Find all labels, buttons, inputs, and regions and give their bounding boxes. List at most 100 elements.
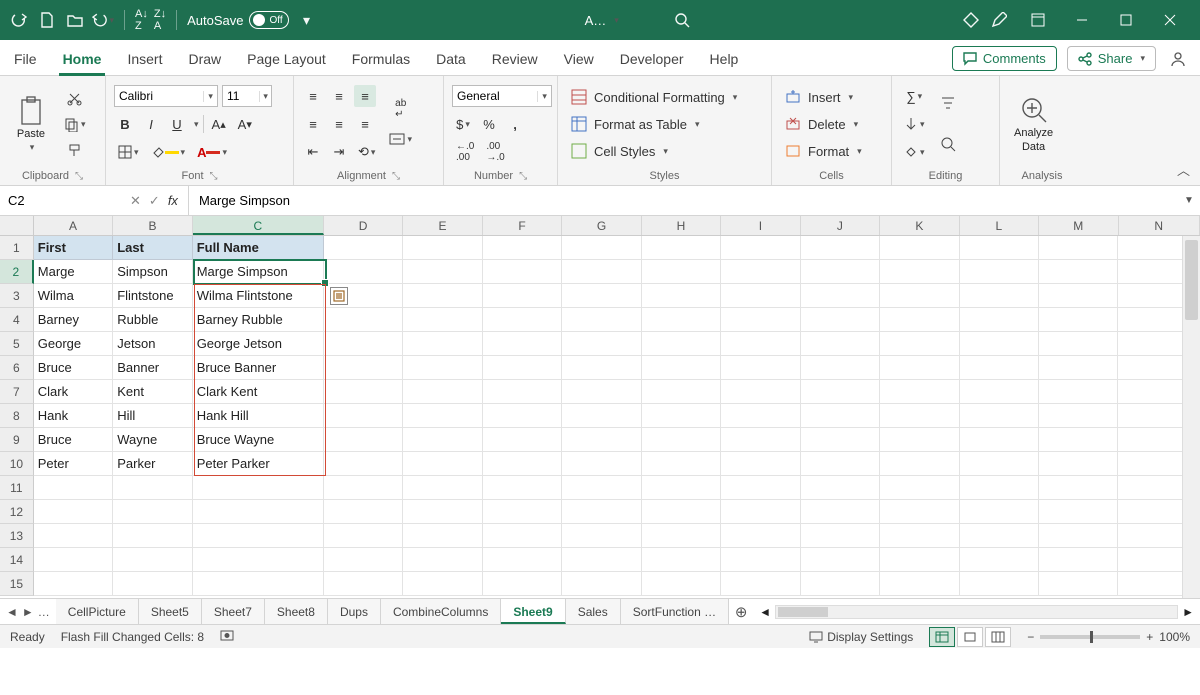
cell[interactable] xyxy=(34,524,113,548)
row-header[interactable]: 3 xyxy=(0,284,34,308)
cell[interactable] xyxy=(113,476,192,500)
cell[interactable] xyxy=(801,572,880,596)
decrease-font-icon[interactable]: A▾ xyxy=(234,113,256,135)
fill-color-icon[interactable]: ▾ xyxy=(147,141,190,163)
cell[interactable] xyxy=(403,260,482,284)
cell[interactable] xyxy=(880,452,959,476)
view-pagebreak-icon[interactable] xyxy=(985,627,1011,647)
sheet-tab[interactable]: Sheet8 xyxy=(265,599,328,624)
cell[interactable] xyxy=(483,476,562,500)
cell[interactable] xyxy=(880,428,959,452)
qat-customize-icon[interactable]: ▾ xyxy=(295,9,317,31)
close-icon[interactable] xyxy=(1148,0,1192,40)
cell[interactable] xyxy=(403,452,482,476)
cell[interactable]: Flintstone xyxy=(113,284,192,308)
cell[interactable] xyxy=(193,572,324,596)
cell[interactable]: George Jetson xyxy=(193,332,324,356)
align-center-icon[interactable]: ≡ xyxy=(328,113,350,135)
collapse-ribbon-icon[interactable]: ︿ xyxy=(1177,160,1190,179)
sheet-tab[interactable]: CombineColumns xyxy=(381,599,501,624)
cell[interactable] xyxy=(562,452,641,476)
cell[interactable]: Peter xyxy=(34,452,113,476)
delete-cells-button[interactable]: Delete▾ xyxy=(780,112,866,136)
font-launcher-icon[interactable]: ⤡ xyxy=(210,171,218,182)
cell[interactable] xyxy=(642,380,721,404)
cell[interactable] xyxy=(721,284,800,308)
column-header[interactable]: C xyxy=(193,216,324,235)
cell[interactable] xyxy=(642,548,721,572)
cell[interactable] xyxy=(483,428,562,452)
cell[interactable] xyxy=(642,572,721,596)
cell[interactable] xyxy=(483,356,562,380)
expand-formula-bar-icon[interactable]: ▼ xyxy=(1178,186,1200,215)
cell[interactable] xyxy=(483,524,562,548)
row-header[interactable]: 10 xyxy=(0,452,34,476)
cell[interactable] xyxy=(483,308,562,332)
cell[interactable] xyxy=(642,524,721,548)
cell[interactable] xyxy=(801,500,880,524)
cell[interactable] xyxy=(801,332,880,356)
sort-asc-icon[interactable]: A↓Z xyxy=(135,9,148,31)
cell[interactable] xyxy=(880,332,959,356)
cell[interactable] xyxy=(880,404,959,428)
sheet-tab[interactable]: Sheet7 xyxy=(202,599,265,624)
ribbon-options-icon[interactable] xyxy=(1016,0,1060,40)
row-header[interactable]: 12 xyxy=(0,500,34,524)
enter-formula-icon[interactable]: ✓ xyxy=(149,193,160,209)
cell[interactable]: Rubble xyxy=(113,308,192,332)
column-header[interactable]: A xyxy=(34,216,113,235)
cell[interactable]: Barney xyxy=(34,308,113,332)
cell[interactable]: Hank Hill xyxy=(193,404,324,428)
cell[interactable] xyxy=(324,332,403,356)
cell[interactable] xyxy=(642,476,721,500)
cell[interactable]: Banner xyxy=(113,356,192,380)
cell[interactable]: Kent xyxy=(113,380,192,404)
cell[interactable]: Wayne xyxy=(113,428,192,452)
cell[interactable] xyxy=(801,452,880,476)
cell[interactable] xyxy=(483,332,562,356)
cell[interactable] xyxy=(1039,476,1118,500)
paste-button[interactable]: Paste▾ xyxy=(8,80,54,168)
cell[interactable] xyxy=(113,500,192,524)
column-header[interactable]: D xyxy=(324,216,403,235)
account-icon[interactable] xyxy=(1166,47,1190,71)
autosave-toggle[interactable]: AutoSave Off xyxy=(187,11,289,29)
cell[interactable] xyxy=(880,380,959,404)
cell[interactable] xyxy=(880,548,959,572)
cell[interactable] xyxy=(1039,260,1118,284)
cell[interactable] xyxy=(483,548,562,572)
row-header[interactable]: 14 xyxy=(0,548,34,572)
cell[interactable] xyxy=(960,356,1039,380)
cell[interactable] xyxy=(880,284,959,308)
cell[interactable] xyxy=(721,404,800,428)
tab-draw[interactable]: Draw xyxy=(184,45,225,75)
cell[interactable] xyxy=(642,452,721,476)
sheet-tab[interactable]: Dups xyxy=(328,599,381,624)
column-header[interactable]: F xyxy=(483,216,562,235)
cell[interactable]: Simpson xyxy=(113,260,192,284)
cell[interactable] xyxy=(113,524,192,548)
number-format-combo[interactable]: ▾ xyxy=(452,85,552,107)
cell[interactable] xyxy=(403,524,482,548)
align-left-icon[interactable]: ≡ xyxy=(302,113,324,135)
cell[interactable] xyxy=(1039,404,1118,428)
tab-page-layout[interactable]: Page Layout xyxy=(243,45,330,75)
cell[interactable] xyxy=(642,308,721,332)
cell[interactable] xyxy=(960,284,1039,308)
zoom-control[interactable]: − + 100% xyxy=(1027,630,1190,644)
cell[interactable] xyxy=(642,428,721,452)
cell[interactable] xyxy=(324,476,403,500)
column-header[interactable]: E xyxy=(403,216,482,235)
cell[interactable] xyxy=(403,356,482,380)
cell[interactable] xyxy=(801,428,880,452)
cell[interactable] xyxy=(642,404,721,428)
font-color-icon[interactable]: A▾ xyxy=(193,141,231,163)
cell[interactable] xyxy=(562,284,641,308)
macro-record-icon[interactable] xyxy=(220,628,234,645)
cell[interactable] xyxy=(960,572,1039,596)
comma-icon[interactable]: , xyxy=(504,113,526,135)
cell[interactable] xyxy=(721,572,800,596)
row-header[interactable]: 2 xyxy=(0,260,34,284)
clear-icon[interactable]: ▾ xyxy=(900,141,929,163)
cell[interactable] xyxy=(801,476,880,500)
